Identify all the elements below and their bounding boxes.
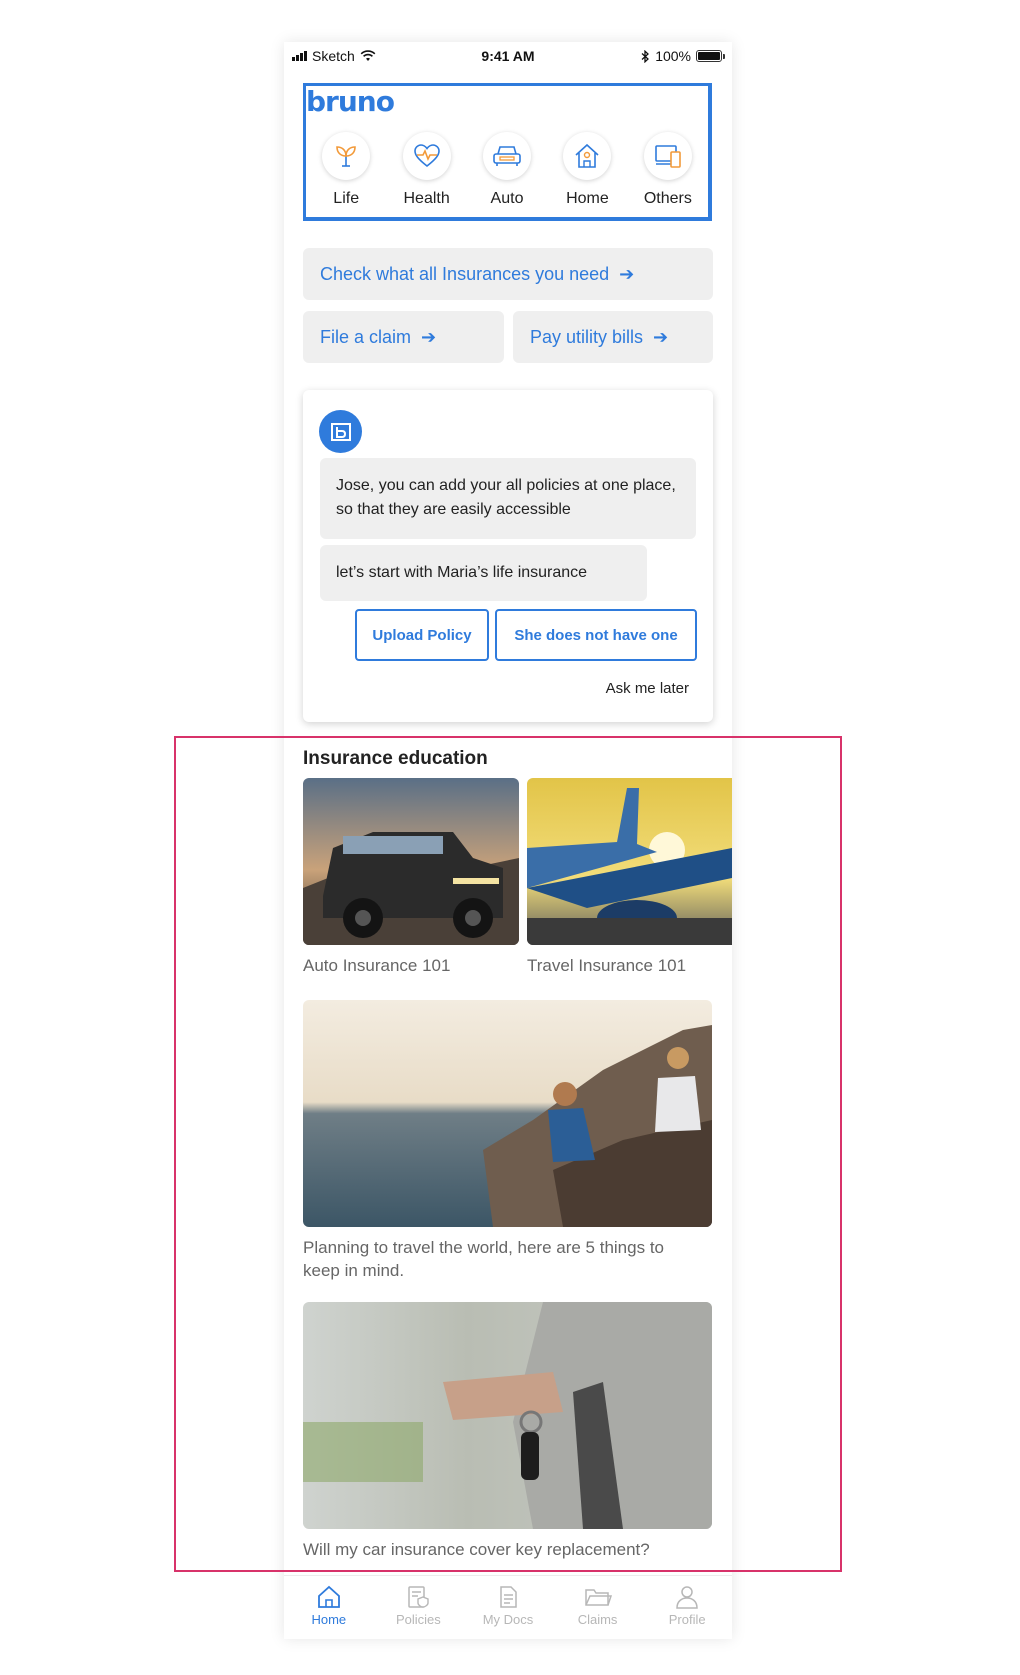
chat-message: Jose, you can add your all policies at o… (320, 458, 696, 539)
category-label: Home (566, 190, 609, 207)
phone-screen: Sketch 9:41 AM 100% bruno Life Health Au… (284, 42, 732, 1639)
category-label: Life (333, 190, 360, 207)
person-icon (676, 1586, 698, 1609)
chat-message: let’s start with Maria’s life insurance (320, 545, 647, 601)
tab-label: Home (311, 1612, 347, 1627)
airplane-photo (527, 778, 732, 945)
file-claim-button[interactable]: File a claim ➔ (303, 311, 504, 363)
tab-profile[interactable]: Profile (643, 1576, 732, 1639)
upload-policy-button[interactable]: Upload Policy (355, 609, 489, 661)
category-label: Others (643, 190, 692, 207)
card-caption: Will my car insurance cover key replacem… (303, 1540, 650, 1559)
policy-shield-icon (408, 1586, 430, 1608)
ask-later-link[interactable]: Ask me later (606, 680, 689, 697)
bottom-tab-bar: Home Policies My Docs Claims Profile (284, 1575, 732, 1639)
category-row: Life Health Auto Home Others (306, 132, 708, 208)
tab-label: Claims (577, 1612, 618, 1627)
arrow-right-icon: ➔ (421, 326, 437, 347)
plant-icon (336, 146, 357, 167)
card-caption: Planning to travel the world, here are 5… (303, 1238, 664, 1280)
tab-label: My Docs (482, 1612, 534, 1627)
card-caption: Travel Insurance 101 (527, 956, 687, 975)
travel-insurance-card[interactable] (527, 778, 732, 945)
card-caption: Auto Insurance 101 (303, 956, 451, 975)
tab-my-docs[interactable]: My Docs (463, 1576, 552, 1639)
bruno-bot-icon (319, 410, 362, 453)
category-health[interactable]: Health (386, 132, 466, 208)
devices-icon (655, 145, 681, 168)
assistant-card: Jose, you can add your all policies at o… (303, 390, 713, 722)
battery-percent: 100% (655, 48, 691, 64)
no-policy-button[interactable]: She does not have one (495, 609, 697, 661)
battery-icon (696, 50, 725, 62)
category-life[interactable]: Life (306, 132, 386, 208)
heart-pulse-icon (413, 144, 440, 168)
tab-claims[interactable]: Claims (553, 1576, 642, 1639)
car-keys-photo (303, 1302, 712, 1529)
house-icon (575, 143, 599, 168)
category-others[interactable]: Others (628, 132, 708, 208)
travel-world-card[interactable] (303, 1000, 712, 1227)
tab-label: Profile (668, 1612, 706, 1627)
folder-icon (584, 1589, 612, 1606)
category-auto[interactable]: Auto (467, 132, 547, 208)
category-home[interactable]: Home (547, 132, 627, 208)
coast-photo (303, 1000, 712, 1227)
home-icon (317, 1585, 340, 1608)
car-icon (493, 146, 521, 166)
key-replacement-card[interactable] (303, 1302, 712, 1529)
arrow-right-icon: ➔ (653, 326, 669, 347)
brand-header: bruno Life Health Auto Home Others (303, 83, 712, 221)
status-bar: Sketch 9:41 AM 100% (284, 42, 732, 70)
truck-photo (303, 778, 519, 945)
tab-policies[interactable]: Policies (374, 1576, 463, 1639)
section-title: Insurance education (303, 748, 488, 769)
tab-home[interactable]: Home (284, 1576, 373, 1639)
pay-bills-button[interactable]: Pay utility bills ➔ (513, 311, 713, 363)
category-label: Auto (490, 190, 524, 207)
bluetooth-icon (641, 49, 650, 63)
bruno-logo: bruno (306, 85, 395, 118)
check-insurances-button[interactable]: Check what all Insurances you need ➔ (303, 248, 713, 300)
tab-label: Policies (395, 1612, 441, 1627)
arrow-right-icon: ➔ (619, 263, 635, 284)
auto-insurance-card[interactable] (303, 778, 519, 945)
category-label: Health (403, 190, 450, 207)
document-icon (500, 1586, 517, 1608)
